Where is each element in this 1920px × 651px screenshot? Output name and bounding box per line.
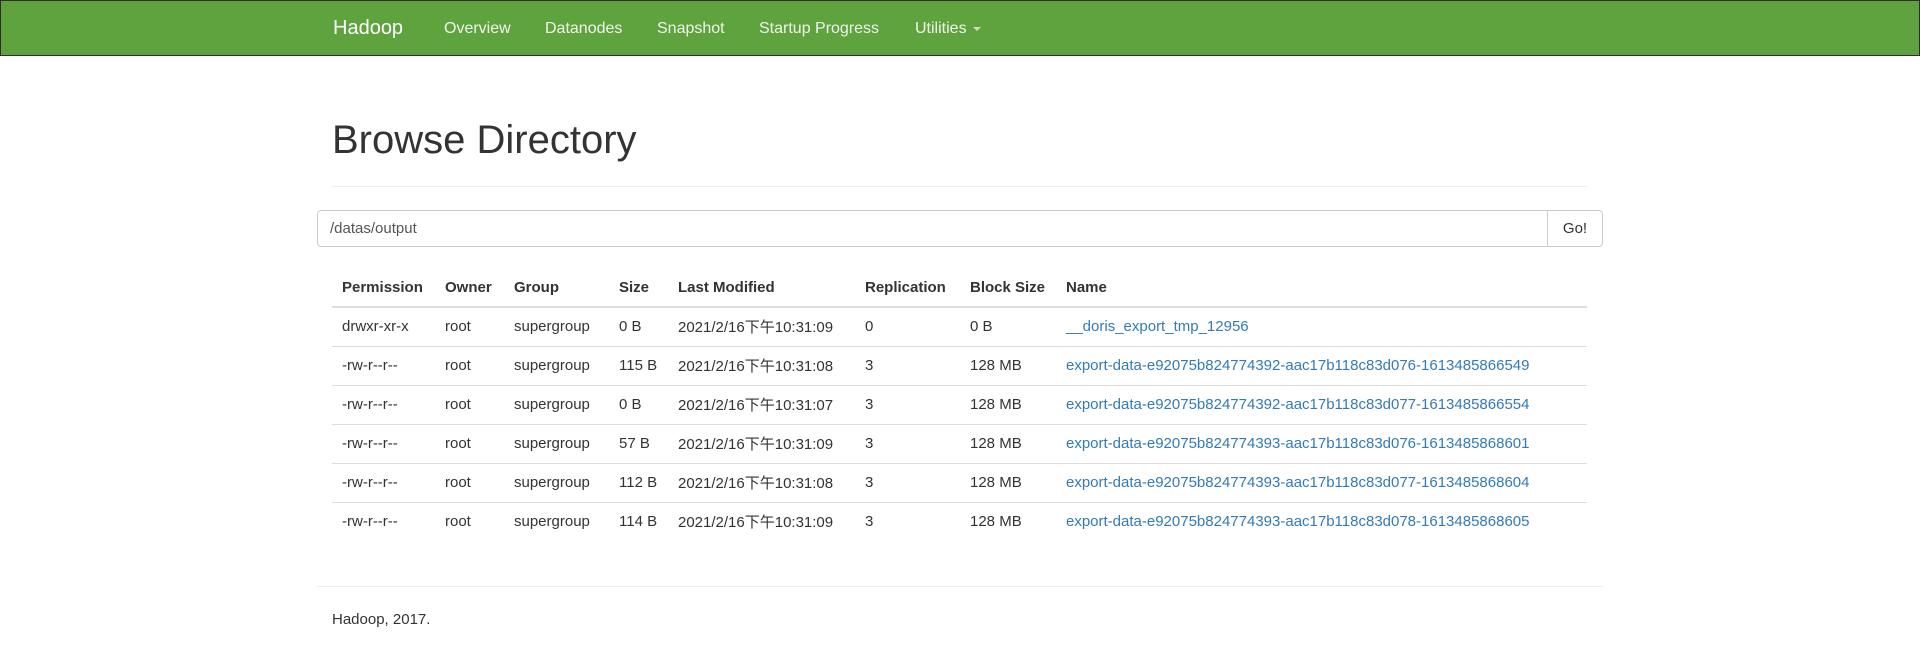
cell-group: supergroup <box>514 513 590 531</box>
cell-size: 57 B <box>609 424 668 464</box>
cell-permission: -rw-r--r-- <box>342 513 398 531</box>
cell-permission: -rw-r--r-- <box>332 346 435 386</box>
column-header-last-modified[interactable]: Last Modified <box>668 268 855 308</box>
cell-last-modified: 2021/2/16下午10:31:09 <box>668 307 855 347</box>
nav-utilities-label: Utilities <box>915 20 967 37</box>
table-row: drwxr-xr-x root supergroup 0 B 2021/2/16… <box>332 307 1587 347</box>
entry-name-link[interactable]: export-data-e92075b824774393-aac17b118c8… <box>1066 513 1529 530</box>
nav-snapshot[interactable]: Snapshot <box>657 20 725 38</box>
cell-group: supergroup <box>504 307 609 347</box>
cell-last-modified: 2021/2/16下午10:31:07 <box>668 385 855 425</box>
entry-name-link[interactable]: export-data-e92075b824774392-aac17b118c8… <box>1066 396 1529 413</box>
cell-size: 112 B <box>609 463 668 503</box>
entry-name-link[interactable]: export-data-e92075b824774393-aac17b118c8… <box>1066 474 1529 491</box>
directory-path-input[interactable] <box>317 210 1548 247</box>
cell-name: export-data-e92075b824774393-aac17b118c8… <box>1056 463 1587 503</box>
nav-startup-progress[interactable]: Startup Progress <box>759 20 879 38</box>
column-header-block-size[interactable]: Block Size <box>960 268 1056 308</box>
top-navbar: Hadoop Overview Datanodes Snapshot Start… <box>0 0 1920 56</box>
cell-replication: 3 <box>855 385 960 425</box>
cell-block-size: 128 MB <box>960 424 1056 464</box>
cell-name: export-data-e92075b824774393-aac17b118c8… <box>1056 502 1587 541</box>
cell-group: supergroup <box>504 385 609 425</box>
cell-name: export-data-e92075b824774392-aac17b118c8… <box>1056 346 1587 386</box>
cell-owner: root <box>435 307 504 347</box>
table-row: -rw-r--r-- root supergroup 57 B 2021/2/1… <box>332 424 1587 464</box>
brand-link[interactable]: Hadoop <box>333 17 403 40</box>
column-header-permission[interactable]: Permission <box>332 268 435 308</box>
cell-name: export-data-e92075b824774392-aac17b118c8… <box>1056 385 1587 425</box>
cell-permission: -rw-r--r-- <box>332 463 435 503</box>
table-row: -rw-r--r-- root supergroup 112 B 2021/2/… <box>332 463 1587 503</box>
cell-permission: -rw-r--r-- <box>332 424 435 464</box>
cell-replication: 3 <box>855 463 960 503</box>
directory-listing-table: Permission Owner Group Size Last Modifie… <box>332 268 1587 541</box>
cell-owner: root <box>435 385 504 425</box>
cell-permission: drwxr-xr-x <box>332 307 435 347</box>
cell-owner: root <box>435 346 504 386</box>
caret-down-icon <box>972 26 981 31</box>
cell-group: supergroup <box>504 346 609 386</box>
entry-name-link[interactable]: __doris_export_tmp_12956 <box>1066 318 1249 335</box>
cell-owner: root <box>445 513 471 531</box>
cell-name: export-data-e92075b824774393-aac17b118c8… <box>1056 424 1587 464</box>
cell-permission: -rw-r--r-- <box>332 385 435 425</box>
cell-size: 0 B <box>609 307 668 347</box>
table-row: -rw-r--r-- root supergroup 0 B 2021/2/16… <box>332 385 1587 425</box>
entry-name-link[interactable]: export-data-e92075b824774392-aac17b118c8… <box>1066 357 1529 374</box>
cell-block-size: 128 MB <box>970 513 1022 531</box>
cell-group: supergroup <box>504 424 609 464</box>
cell-last-modified: 2021/2/16下午10:31:09 <box>678 514 834 532</box>
column-header-name[interactable]: Name <box>1056 268 1587 308</box>
footer-divider <box>317 586 1603 587</box>
column-header-owner[interactable]: Owner <box>435 268 504 308</box>
cell-owner: root <box>435 463 504 503</box>
cell-size: 114 B <box>619 513 658 531</box>
table-row: -rw-r--r-- root supergroup 115 B 2021/2/… <box>332 346 1587 386</box>
footer-copyright: Hadoop, 2017. <box>332 611 431 628</box>
entry-name-link[interactable]: export-data-e92075b824774393-aac17b118c8… <box>1066 435 1529 452</box>
cell-replication: 3 <box>865 513 874 531</box>
cell-block-size: 128 MB <box>960 346 1056 386</box>
cell-replication: 3 <box>855 424 960 464</box>
nav-datanodes[interactable]: Datanodes <box>545 20 622 38</box>
nav-overview[interactable]: Overview <box>444 20 511 38</box>
column-header-group[interactable]: Group <box>504 268 609 308</box>
nav-utilities-dropdown[interactable]: Utilities <box>915 20 981 38</box>
cell-size: 115 B <box>609 346 668 386</box>
column-header-replication[interactable]: Replication <box>855 268 960 308</box>
column-header-size[interactable]: Size <box>609 268 668 308</box>
cell-last-modified: 2021/2/16下午10:31:08 <box>668 346 855 386</box>
cell-size: 0 B <box>609 385 668 425</box>
cell-replication: 0 <box>855 307 960 347</box>
cell-owner: root <box>435 424 504 464</box>
table-header-row: Permission Owner Group Size Last Modifie… <box>332 268 1587 308</box>
cell-group: supergroup <box>504 463 609 503</box>
page-title: Browse Directory <box>332 118 637 162</box>
cell-last-modified: 2021/2/16下午10:31:09 <box>668 424 855 464</box>
cell-name: __doris_export_tmp_12956 <box>1056 307 1587 347</box>
table-row: -rw-r--r-- root supergroup 114 B 2021/2/… <box>332 502 1587 541</box>
go-button[interactable]: Go! <box>1547 210 1603 247</box>
cell-block-size: 128 MB <box>960 385 1056 425</box>
title-divider <box>332 186 1587 187</box>
cell-replication: 3 <box>855 346 960 386</box>
cell-block-size: 128 MB <box>960 463 1056 503</box>
cell-block-size: 0 B <box>960 307 1056 347</box>
cell-last-modified: 2021/2/16下午10:31:08 <box>668 463 855 503</box>
